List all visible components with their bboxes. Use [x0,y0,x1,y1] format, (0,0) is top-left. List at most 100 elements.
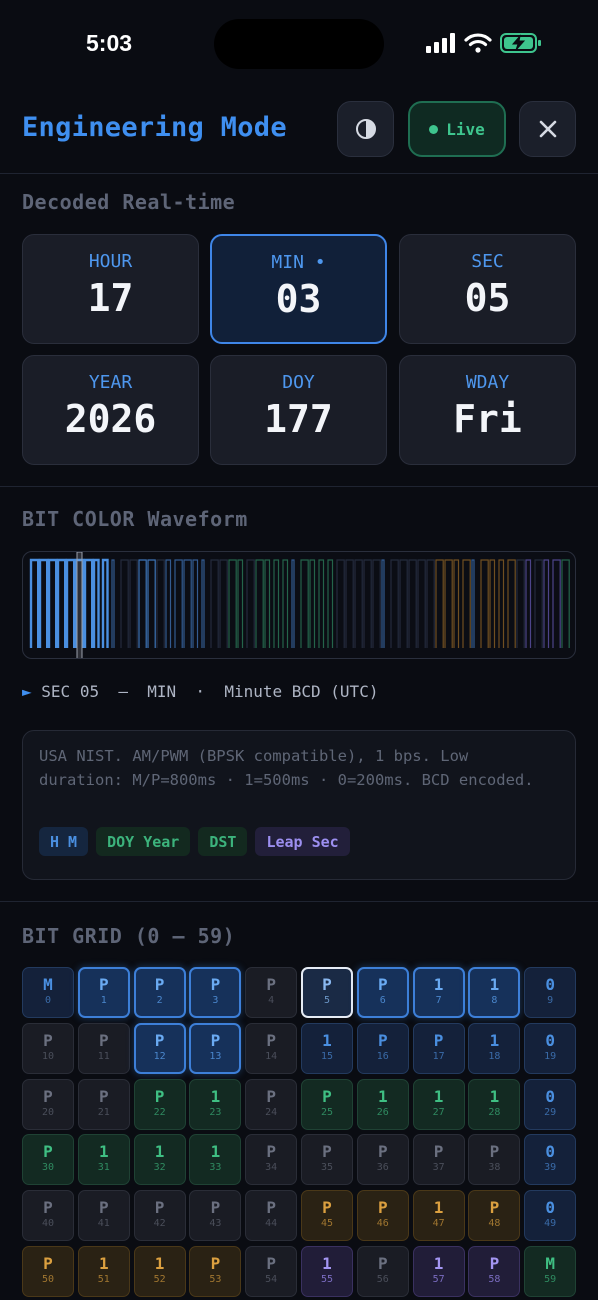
bit-cell[interactable]: M 59 [524,1246,577,1297]
bit-cell[interactable]: 0 29 [524,1078,577,1130]
time-card-min[interactable]: MIN • 03 [210,234,387,344]
theme-toggle-button[interactable] [337,101,394,157]
bit-cell[interactable]: P4 [245,967,298,1018]
bit-index: 22 [153,1106,166,1118]
bit-cell[interactable]: 1 33 [189,1134,242,1186]
bit-cell[interactable]: P 38 [468,1134,521,1186]
bit-cell[interactable]: P 56 [356,1246,409,1297]
bit-cell[interactable]: 18 [468,967,521,1018]
waveform-pulse [552,559,561,648]
waveform-pulse [444,559,453,648]
bit-cell[interactable]: P 40 [22,1190,74,1242]
bit-cell[interactable]: P 10 [22,1022,74,1074]
bit-cell[interactable]: P 35 [301,1134,353,1186]
bit-cell[interactable]: P 58 [468,1246,521,1297]
bit-cell[interactable]: P 36 [356,1134,409,1186]
bit-cell[interactable]: P 48 [468,1190,521,1242]
bit-index: 30 [41,1162,55,1174]
bit-index: 3 [212,995,219,1006]
bit-cell[interactable]: M0 [22,967,74,1018]
bit-cell[interactable]: P 25 [301,1078,353,1130]
legend-tags: H M DOY Year DST Leap Sec [39,827,350,856]
time-card-hour[interactable]: HOUR 17 [22,234,199,344]
waveform-readout: ► SEC 05 — MIN · Minute BCD (UTC) [22,682,379,701]
bit-cell[interactable]: P 13 [189,1022,242,1074]
bit-cell[interactable]: P3 [189,967,242,1018]
bit-cell[interactable]: 1 32 [133,1134,186,1186]
bit-value: P [210,1254,221,1273]
bit-cell[interactable]: P1 [77,967,130,1018]
bit-index: 16 [376,1050,389,1062]
bit-cell[interactable]: 1 18 [468,1022,521,1074]
waveform-pulse [354,559,363,648]
time-card-value: 2026 [64,397,157,441]
bit-cell[interactable]: P 45 [301,1190,353,1242]
bit-cell[interactable]: 0 39 [524,1134,577,1186]
bit-value: P [377,975,388,994]
bit-cell[interactable]: P 16 [356,1022,409,1074]
time-card-value: Fri [453,397,522,441]
waveform-pulse [471,559,475,648]
bit-cell[interactable]: P 11 [77,1022,130,1074]
bit-cell[interactable]: P 21 [77,1078,130,1130]
time-card-sec[interactable]: SEC 05 [399,234,576,344]
bit-cell[interactable]: 1 51 [77,1246,130,1297]
bit-cell[interactable]: P 12 [133,1022,186,1074]
waveform-pulse [264,559,271,648]
bit-cell[interactable]: P 42 [133,1190,186,1242]
time-card-label: MIN • [271,252,326,273]
close-button[interactable] [519,101,576,157]
bit-index: 9 [547,995,554,1006]
bit-cell[interactable]: P 24 [245,1078,298,1130]
bit-value: P [377,1142,388,1162]
bit-value: 1 [154,1142,165,1162]
live-button[interactable]: Live [408,101,506,157]
waveform-cursor[interactable] [76,552,83,659]
bit-value: P [154,975,165,994]
bit-cell[interactable]: P 43 [189,1190,242,1242]
bit-value: P [377,1030,388,1050]
bit-cell[interactable]: 1 26 [356,1078,409,1130]
bit-cell[interactable]: 1 27 [412,1078,465,1130]
time-card-year[interactable]: YEAR 2026 [22,355,199,465]
bit-cell[interactable]: P 44 [245,1190,298,1242]
waveform-pulse [417,559,426,648]
waveform-pulse [174,559,183,648]
bit-cell[interactable]: P 37 [412,1134,465,1186]
bit-cell[interactable]: 1 55 [301,1246,353,1297]
bit-cell[interactable]: 09 [524,967,577,1018]
bit-value: 1 [154,1254,165,1273]
bit-cell[interactable]: P 46 [356,1190,409,1242]
bit-cell[interactable]: 1 57 [412,1246,465,1297]
time-card-doy[interactable]: DOY 177 [210,355,387,465]
bit-cell[interactable]: P 17 [412,1022,465,1074]
time-card-value: 177 [264,397,333,441]
bit-cell[interactable]: P2 [133,967,186,1018]
bit-cell[interactable]: P5 [301,967,353,1018]
bit-cell[interactable]: 0 19 [524,1022,577,1074]
waveform-section-title: BIT COLOR Waveform [22,507,248,531]
bit-cell[interactable]: P 22 [133,1078,186,1130]
bit-cell[interactable]: P6 [356,967,409,1018]
bit-cell[interactable]: P 53 [189,1246,242,1297]
bit-index: 34 [265,1162,278,1174]
bit-cell[interactable]: 17 [412,967,465,1018]
bit-cell[interactable]: 1 15 [301,1022,353,1074]
time-card-wday[interactable]: WDAY Fri [399,355,576,465]
bit-cell[interactable]: P 50 [22,1246,74,1297]
waveform-panel[interactable] [22,551,576,659]
bit-cell[interactable]: 1 52 [133,1246,186,1297]
time-card-value: 03 [275,277,322,321]
bit-cell[interactable]: P 14 [245,1022,298,1074]
bit-value: P [98,1030,109,1050]
bit-cell[interactable]: 0 49 [524,1190,577,1242]
bit-cell[interactable]: 1 31 [77,1134,130,1186]
bit-cell[interactable]: P 41 [77,1190,130,1242]
bit-cell[interactable]: P 54 [245,1246,298,1297]
bit-cell[interactable]: 1 47 [412,1190,465,1242]
bit-cell[interactable]: 1 28 [468,1078,521,1130]
bit-cell[interactable]: P 30 [22,1134,74,1186]
bit-cell[interactable]: P 20 [22,1078,74,1130]
bit-cell[interactable]: P 34 [245,1134,298,1186]
bit-cell[interactable]: 1 23 [189,1078,242,1130]
